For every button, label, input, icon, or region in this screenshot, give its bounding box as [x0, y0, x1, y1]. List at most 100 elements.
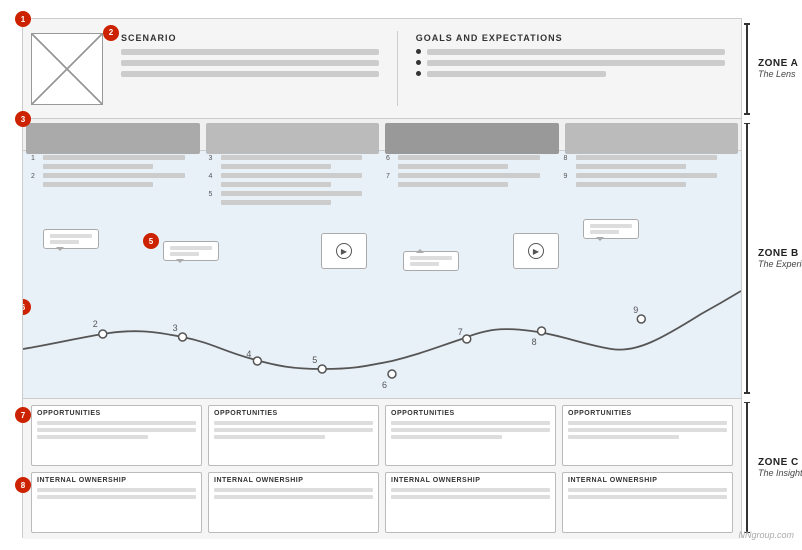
- nav-item-4[interactable]: [565, 123, 739, 154]
- ownership-cell-4: INTERNAL OWNERSHIP: [562, 472, 733, 533]
- curve-num-9: 9: [633, 305, 638, 315]
- columns-area: 1 2 4: [23, 155, 741, 209]
- zone-a-sublabel: The Lens: [758, 69, 798, 79]
- col3-line3: [398, 173, 540, 178]
- opp-title-1: OPPORTUNITIES: [37, 410, 196, 417]
- opp-line-2b: [214, 428, 373, 432]
- curve-dot-9: [637, 315, 645, 323]
- curve-dot-2: [99, 330, 107, 338]
- badge-5: 5: [143, 233, 159, 249]
- nav-item-3[interactable]: [385, 123, 559, 154]
- opp-line-1b: [37, 428, 196, 432]
- zone-c-title: ZONE C: [758, 457, 802, 468]
- zone-c-grid: OPPORTUNITIES OPPORTUNITIES OPPORTUNITIE…: [31, 405, 733, 533]
- col4-line1: [576, 155, 718, 160]
- diagram: 1 2 SCENARIO GOALS AND EXPECTATIONS: [22, 18, 742, 538]
- bubble-1-line2: [50, 240, 79, 244]
- scenario-line-2: [121, 60, 379, 66]
- curve-num-8: 8: [532, 337, 537, 347]
- col3-line2: [398, 164, 508, 169]
- goal-item-2: [416, 60, 725, 66]
- curve-num-5: 5: [312, 355, 317, 365]
- col3-line1: [398, 155, 540, 160]
- journey-curve: 2 3 4 5 6 7 8 9: [23, 279, 741, 399]
- ownership-cell-1: INTERNAL OWNERSHIP: [31, 472, 202, 533]
- own-title-4: INTERNAL OWNERSHIP: [568, 477, 727, 484]
- curve-dot-3: [179, 333, 187, 341]
- opp-line-3a: [391, 421, 550, 425]
- zone-c-sublabel: The Insights: [758, 468, 802, 478]
- zone-b-content: 1 2 4: [23, 151, 741, 399]
- curve-num-2: 2: [93, 319, 98, 329]
- opportunities-cell-4: OPPORTUNITIES: [562, 405, 733, 466]
- goal-line-2: [427, 60, 725, 66]
- col1-line2: [43, 164, 153, 169]
- play-button-1[interactable]: ▶: [336, 243, 352, 259]
- own-line-2b: [214, 495, 373, 499]
- curve-dot-4: [253, 357, 261, 365]
- video-box-2[interactable]: ▶: [513, 233, 559, 269]
- col3-line4: [398, 182, 508, 187]
- col2-line3: [221, 173, 363, 178]
- zone-label-c: ZONE C The Insights: [746, 398, 802, 537]
- curve-num-3: 3: [173, 323, 178, 333]
- curve-dot-8: [538, 327, 546, 335]
- own-title-2: INTERNAL OWNERSHIP: [214, 477, 373, 484]
- bubble-1-line1: [50, 234, 92, 238]
- opp-line-4c: [568, 435, 679, 439]
- zone-labels: ZONE A The Lens ZONE B The Experience ZO…: [746, 19, 802, 537]
- zone-c: 7 8 OPPORTUNITIES OPPORTUNITIES: [23, 399, 741, 539]
- zone-b: 3 1: [23, 119, 741, 399]
- curve-dot-7: [463, 335, 471, 343]
- own-line-3a: [391, 488, 550, 492]
- zone-a: 1 2 SCENARIO GOALS AND EXPECTATIONS: [23, 19, 741, 119]
- goal-item-1: [416, 49, 725, 55]
- scenario-lines: [121, 49, 379, 77]
- zone-c-bracket: [746, 402, 748, 533]
- zone-a-divider: [397, 31, 398, 106]
- nav-item-1[interactable]: [26, 123, 200, 154]
- col-text-4: 8 9: [560, 155, 738, 209]
- scenario-line-3: [121, 71, 379, 77]
- opp-line-4a: [568, 421, 727, 425]
- col1-line3: [43, 173, 185, 178]
- scenario-image: [31, 33, 103, 105]
- goals-title: GOALS AND EXPECTATIONS: [416, 33, 725, 43]
- opp-line-3b: [391, 428, 550, 432]
- play-button-2[interactable]: ▶: [528, 243, 544, 259]
- bubble-3-line2: [410, 262, 439, 266]
- nav-item-2[interactable]: [206, 123, 380, 154]
- own-line-2a: [214, 488, 373, 492]
- curve-num-7: 7: [458, 327, 463, 337]
- own-line-3b: [391, 495, 550, 499]
- col2-line2: [221, 164, 331, 169]
- opp-line-1a: [37, 421, 196, 425]
- bubble-4: [583, 219, 639, 239]
- col4-line2: [576, 164, 686, 169]
- opp-line-2c: [214, 435, 325, 439]
- opp-line-2a: [214, 421, 373, 425]
- own-title-1: INTERNAL OWNERSHIP: [37, 477, 196, 484]
- zone-b-title: ZONE B: [758, 248, 802, 259]
- goal-bullet-1: [416, 49, 421, 54]
- zone-b-bracket: [746, 123, 748, 394]
- bubble-1: [43, 229, 99, 249]
- own-line-1a: [37, 488, 196, 492]
- bubble-3: [403, 251, 459, 271]
- bubble-2-line2: [170, 252, 199, 256]
- goal-bullet-2: [416, 60, 421, 65]
- journey-path: [23, 291, 741, 369]
- curve-num-6: 6: [382, 380, 387, 390]
- own-line-4b: [568, 495, 727, 499]
- badge-2: 2: [103, 25, 119, 41]
- bubble-3-line1: [410, 256, 452, 260]
- curve-dot-5: [318, 365, 326, 373]
- own-line-1b: [37, 495, 196, 499]
- video-box-1[interactable]: ▶: [321, 233, 367, 269]
- goal-item-3: [416, 71, 725, 77]
- goal-line-1: [427, 49, 725, 55]
- outer-container: 1 2 SCENARIO GOALS AND EXPECTATIONS: [0, 0, 802, 550]
- scenario-title: SCENARIO: [121, 33, 379, 43]
- scenario-block: 2 SCENARIO: [113, 29, 387, 109]
- badge-1: 1: [15, 11, 31, 27]
